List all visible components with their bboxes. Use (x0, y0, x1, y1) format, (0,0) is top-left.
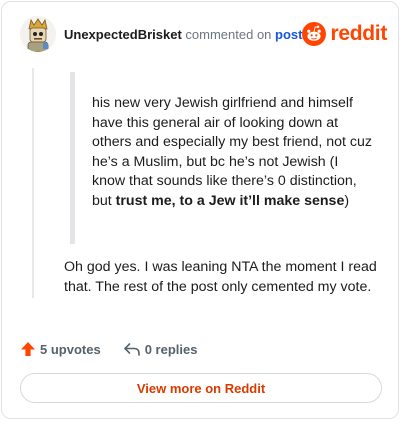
embedded-comment-card: UnexpectedBrisket commented on post redd… (1, 1, 399, 419)
quote-text-part: his new very Jewish girlfriend and himse… (92, 95, 372, 209)
comment-byline: UnexpectedBrisket commented on post (64, 27, 302, 42)
reddit-snoo-icon (302, 22, 327, 46)
comment-footer: 5 upvotes 0 replies (20, 338, 197, 360)
upvote-count: 5 upvotes (40, 341, 101, 357)
action-text: commented on (185, 26, 272, 42)
comment-body: Oh god yes. I was leaning NTA the moment… (64, 259, 377, 295)
quoted-text: his new very Jewish girlfriend and himse… (92, 94, 374, 211)
upvote-button[interactable]: 5 upvotes (20, 341, 101, 357)
quote-bold-text: trust me, to a Jew it’ll make sense (115, 192, 345, 209)
post-link[interactable]: post (275, 27, 302, 42)
replies-button[interactable]: 0 replies (123, 341, 198, 357)
view-more-button[interactable]: View more on Reddit (20, 373, 382, 403)
quote-text-end: ) (344, 192, 350, 209)
upvote-arrow-icon (21, 342, 35, 356)
thread-line (32, 68, 34, 298)
username[interactable]: UnexpectedBrisket (64, 27, 182, 42)
user-avatar[interactable] (20, 16, 56, 52)
quote-bar (70, 72, 75, 244)
avatar-character-icon (20, 16, 56, 52)
reddit-brand[interactable]: reddit (302, 22, 387, 46)
reply-arrow-icon (123, 343, 140, 356)
comment-header: UnexpectedBrisket commented on post redd… (20, 16, 387, 52)
reddit-wordmark: reddit (330, 22, 388, 45)
reply-count: 0 replies (144, 341, 198, 357)
